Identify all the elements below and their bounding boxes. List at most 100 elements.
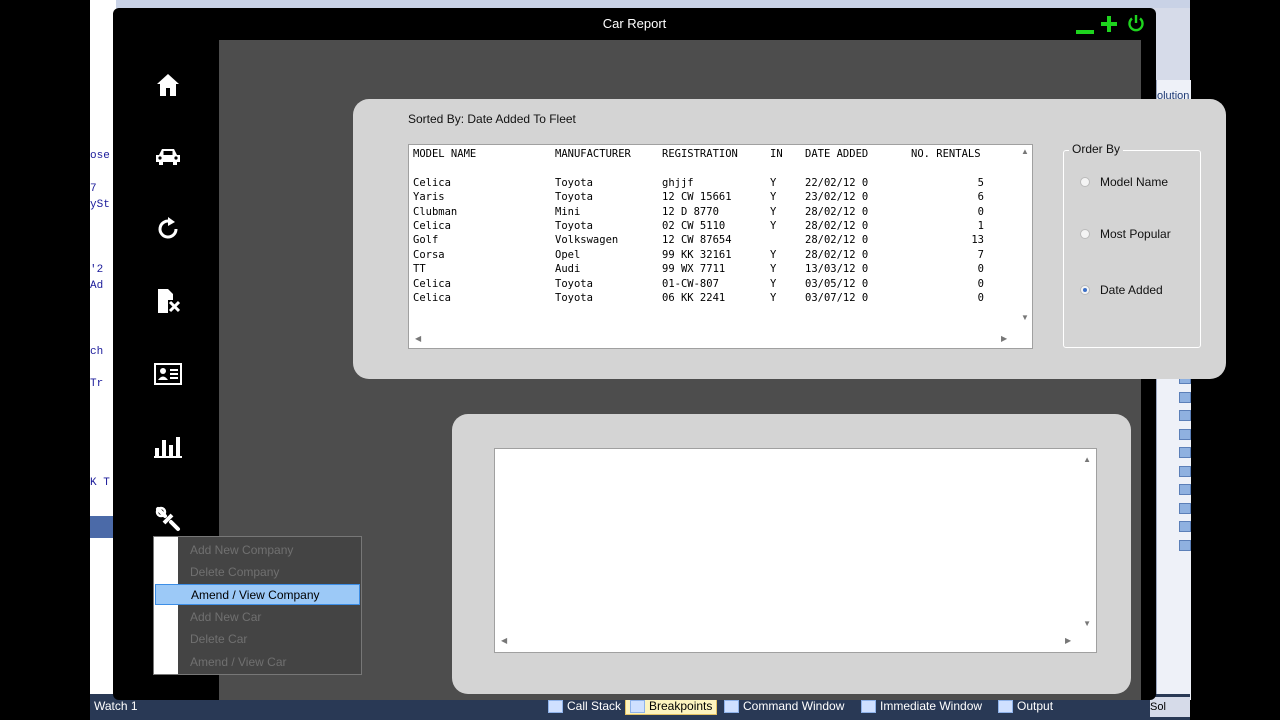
wrench-icon (155, 506, 180, 531)
table-cell: 12 D 8770 (662, 205, 719, 218)
solution-item-icon (1179, 410, 1191, 421)
radio-date-added-label: Date Added (1100, 283, 1163, 297)
immediate-window-icon (861, 699, 876, 713)
table-cell: 0 (977, 277, 984, 290)
code-fragment: Tr (90, 378, 104, 390)
table-cell: 99 WX 7711 (662, 263, 726, 276)
table-cell: 12 CW 15661 (662, 191, 732, 204)
power-button[interactable] (1127, 14, 1147, 36)
table-cell: Clubman (413, 205, 458, 218)
code-fragment: '2 (90, 264, 104, 276)
nav-home[interactable] (151, 68, 185, 102)
nav-reports[interactable] (151, 430, 185, 464)
code-fragment: K T (90, 477, 110, 489)
table-cell: 1 (977, 219, 984, 232)
code-fragment: Ad (90, 280, 104, 292)
scroll-right-icon[interactable]: ▶ (1001, 334, 1007, 343)
table-cell: Celica (413, 277, 451, 290)
solution-item-icon (1179, 502, 1191, 514)
table-cell: 13/03/12 0 (805, 263, 869, 276)
solution-tab[interactable]: Sol (1150, 697, 1190, 717)
details-panel: ▲ ▼ ◀ ▶ (452, 414, 1131, 694)
table-cell: Opel (555, 248, 581, 261)
table-cell: 22/02/12 0 (805, 176, 869, 189)
nav-contacts[interactable] (151, 357, 185, 391)
solution-tab-label: Sol (1150, 701, 1166, 713)
car-report-list[interactable]: MODEL NAME MANUFACTURER REGISTRATION IN DATE… (408, 144, 1033, 349)
table-cell: 06 KK 2241 (662, 291, 726, 304)
table-cell: 0 (977, 205, 984, 218)
table-cell: Y (770, 277, 777, 290)
table-cell: ghjjf (662, 176, 694, 189)
column-header: REGISTRATION (662, 148, 738, 160)
sorted-by-label: Sorted By: Date Added To Fleet (408, 112, 576, 126)
scroll-left-icon[interactable]: ◀ (501, 636, 507, 645)
table-cell: Toyota (555, 191, 593, 204)
command-window-tab[interactable]: Command Window (724, 699, 844, 713)
output-tab[interactable]: Output (998, 699, 1053, 713)
command-window-icon (724, 699, 739, 713)
radio-date-added[interactable]: Date Added (1080, 283, 1163, 297)
table-cell: Y (770, 248, 777, 261)
immediate-window-tab[interactable]: Immediate Window (861, 699, 982, 713)
table-cell: 12 CW 87654 (662, 234, 732, 247)
scroll-left-icon[interactable]: ◀ (415, 334, 421, 343)
scroll-down-icon[interactable]: ▼ (1083, 619, 1091, 628)
column-header: IN (770, 148, 783, 160)
command-window-tab-label: Command Window (743, 699, 845, 713)
radio-model-name-label: Model Name (1100, 175, 1169, 189)
refresh-icon (158, 217, 178, 239)
menu-item-amend-view-company[interactable]: Amend / View Company (155, 584, 360, 605)
watch-tab-label: Watch 1 (94, 699, 138, 713)
table-cell: Celica (413, 291, 451, 304)
menu-item-delete-company[interactable]: Delete Company (155, 562, 360, 583)
code-fragment: 7 (90, 183, 97, 195)
menu-item-add-new-car[interactable]: Add New Car (155, 607, 360, 628)
table-cell: Y (770, 219, 777, 232)
ide-top-strip (90, 0, 1190, 8)
code-fragment: ySt (90, 199, 110, 211)
vertical-scrollbar[interactable]: ▲ ▼ (1018, 145, 1032, 328)
menu-item-add-new-company[interactable]: Add New Company (155, 540, 360, 561)
radio-dot (1080, 229, 1090, 239)
table-cell: 03/05/12 0 (805, 277, 869, 290)
immediate-window-tab-label: Immediate Window (880, 699, 983, 713)
column-header: DATE ADDED (805, 148, 869, 160)
table-cell: Toyota (555, 277, 593, 290)
radio-most-popular[interactable]: Most Popular (1080, 227, 1171, 241)
nav-tools[interactable] (151, 502, 185, 536)
report-panel: Sorted By: Date Added To Fleet MODEL NAM… (353, 99, 1226, 379)
window-title: Car Report (602, 16, 667, 31)
table-cell: Y (770, 191, 777, 204)
menu-item-delete-car[interactable]: Delete Car (155, 629, 360, 650)
table-cell: Y (770, 291, 777, 304)
minimize-button[interactable] (1076, 30, 1094, 34)
nav-delete-record[interactable] (151, 284, 185, 318)
radio-model-name[interactable]: Model Name (1080, 175, 1168, 189)
table-cell: 28/02/12 0 (805, 248, 869, 261)
table-cell: 13 (971, 234, 984, 247)
output-tab-label: Output (1017, 699, 1054, 713)
call-stack-icon (548, 699, 563, 713)
call-stack-tab[interactable]: Call Stack (548, 699, 621, 713)
menu-item-amend-view-car[interactable]: Amend / View Car (155, 652, 360, 673)
watch-tab[interactable]: Watch 1 (94, 699, 138, 713)
breakpoints-tab-label: Breakpoints (649, 699, 713, 713)
details-list[interactable]: ▲ ▼ ◀ ▶ (494, 448, 1097, 653)
table-cell: Y (770, 205, 777, 218)
solution-item-icon (1179, 539, 1191, 551)
table-cell: 5 (977, 176, 984, 189)
horizontal-scrollbar[interactable]: ◀ ▶ (409, 332, 1017, 348)
scroll-up-icon[interactable]: ▲ (1083, 455, 1091, 464)
table-cell: Toyota (555, 291, 593, 304)
table-cell: Volkswagen (555, 234, 619, 247)
plus-icon (1101, 16, 1117, 32)
solution-item-icon (1179, 391, 1191, 403)
scroll-down-icon[interactable]: ▼ (1021, 313, 1029, 322)
nav-cars[interactable] (151, 140, 185, 174)
table-cell: Mini (555, 205, 581, 218)
maximize-button[interactable] (1101, 14, 1117, 36)
scroll-right-icon[interactable]: ▶ (1065, 636, 1071, 645)
scroll-up-icon[interactable]: ▲ (1021, 147, 1029, 156)
nav-refresh[interactable] (151, 212, 185, 246)
